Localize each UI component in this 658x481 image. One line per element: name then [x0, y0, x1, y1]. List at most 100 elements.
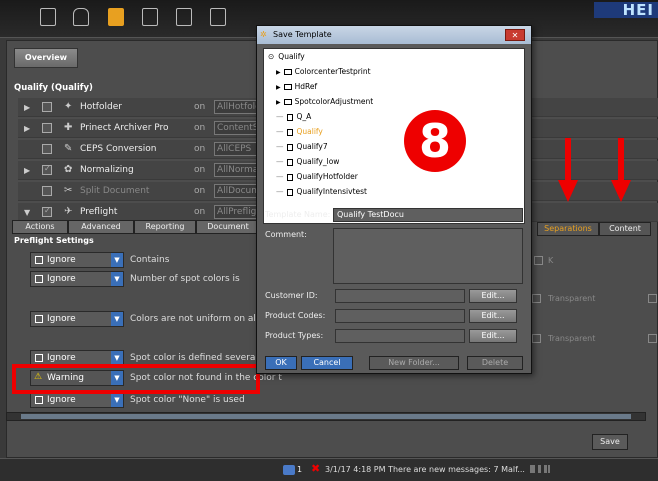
sequence-name: Split Document [80, 186, 150, 196]
expand-icon[interactable]: ▼ [24, 208, 30, 217]
save-button[interactable]: Save [592, 434, 628, 450]
transparent-checkbox-1[interactable] [532, 294, 541, 303]
expand-icon[interactable]: ▶ [24, 124, 30, 133]
template-name-input[interactable]: Qualify TestDocu [333, 208, 523, 222]
tab-advanced[interactable]: Advanced [68, 220, 134, 234]
root-folder-icon: ⊙ [268, 52, 275, 61]
action-dropdown[interactable]: Ignore ▼ [30, 252, 124, 268]
tab-content[interactable]: Content [599, 222, 651, 236]
tree-item[interactable]: ▶ SpotcolorAdjustment [276, 97, 373, 106]
jobs-icon[interactable] [73, 8, 89, 26]
dialog-app-icon: ✲ [260, 30, 267, 39]
action-dropdown[interactable]: Ignore ▼ [30, 311, 124, 327]
sequence-field[interactable]: AllPreflight [214, 205, 260, 219]
expand-icon[interactable]: ▶ [276, 69, 281, 76]
product-codes-field[interactable] [335, 309, 465, 323]
expand-icon[interactable]: ▶ [276, 99, 281, 106]
ignore-icon [35, 396, 43, 404]
tab-reporting[interactable]: Reporting [134, 220, 196, 234]
step-badge: 8 [404, 110, 466, 172]
delete-button[interactable]: Delete [467, 356, 523, 370]
product-types-field[interactable] [335, 329, 465, 343]
new-folder-button[interactable]: New Folder... [369, 356, 459, 370]
comment-textarea[interactable] [333, 228, 523, 284]
tree-item-label: SpotcolorAdjustment [294, 97, 374, 106]
ok-button[interactable]: OK [265, 356, 297, 370]
sequence-checkbox[interactable]: ✓ [42, 164, 52, 175]
tab-actions[interactable]: Actions [12, 220, 68, 234]
template-tree: ⊙ Qualify ▶ ColorcenterTestprint ▶ HdRef ▶ Spot… [263, 48, 525, 224]
sequence-icon: ✿ [64, 164, 73, 175]
transparent-checkbox-2[interactable] [532, 334, 541, 343]
message-count: 1 [297, 465, 303, 474]
action-dropdown[interactable]: Ignore ▼ [30, 271, 124, 287]
chevron-down-icon[interactable]: ▼ [111, 393, 123, 407]
expand-icon[interactable]: ▶ [276, 84, 281, 91]
action-dropdown[interactable]: Ignore ▼ [30, 392, 124, 408]
action-value: Ignore [47, 314, 76, 324]
tree-item[interactable]: — Qualify7 [276, 142, 328, 151]
sequence-field[interactable]: AllCEPS [214, 142, 260, 156]
report-icon[interactable] [176, 8, 192, 26]
config-icon[interactable] [142, 8, 158, 26]
tree-item[interactable]: — Qualify_low [276, 157, 339, 166]
horizontal-scrollbar[interactable] [6, 412, 646, 421]
tree-item-label: Qualify7 [296, 142, 328, 151]
chevron-down-icon[interactable]: ▼ [111, 351, 123, 365]
sequence-field[interactable]: AllHotfolder [214, 100, 260, 114]
right-edge-checkbox-2[interactable] [648, 334, 657, 343]
close-button[interactable]: ✕ [505, 29, 525, 41]
settings-tabs: Actions Advanced Reporting Document [12, 220, 260, 234]
expand-icon[interactable]: ▶ [24, 166, 30, 175]
template-file-icon [286, 173, 293, 181]
annotation-arrow-separations [565, 138, 571, 182]
cancel-button[interactable]: Cancel [301, 356, 353, 370]
overview-button[interactable]: Overview [14, 48, 78, 68]
chevron-down-icon[interactable]: ▼ [111, 253, 123, 267]
pages-icon[interactable] [210, 8, 226, 26]
tree-item[interactable]: — Q_A [276, 112, 311, 121]
workflow-icon[interactable] [108, 8, 124, 26]
tree-item-label: Qualify [278, 52, 305, 61]
annotation-arrowhead-content [611, 180, 631, 202]
tree-item[interactable]: — QualifyIntensivtest [276, 187, 367, 196]
k-checkbox[interactable] [534, 256, 543, 265]
tree-item[interactable]: ▶ HdRef [276, 82, 317, 91]
messages-icon[interactable] [283, 465, 295, 475]
expand-icon[interactable]: ▶ [24, 103, 30, 112]
sequence-checkbox[interactable] [42, 123, 52, 133]
tree-item[interactable]: ▶ ColorcenterTestprint [276, 67, 371, 76]
scroll-thumb[interactable] [21, 414, 631, 419]
tree-item[interactable]: — QualifyHotfolder [276, 172, 358, 181]
product-codes-label: Product Codes: [265, 311, 326, 320]
product-codes-edit-button[interactable]: Edit... [469, 309, 517, 323]
sequence-name: Hotfolder [80, 102, 122, 112]
chevron-down-icon[interactable]: ▼ [111, 312, 123, 326]
sequence-icon: ✎ [64, 143, 73, 154]
sequence-checkbox[interactable] [42, 144, 52, 154]
sequence-checkbox[interactable] [42, 102, 52, 112]
tree-item-label: Qualify_low [296, 157, 340, 166]
tree-item-label: QualifyIntensivtest [296, 187, 367, 196]
sequence-field[interactable]: AllNormal [214, 163, 260, 177]
customer-id-field[interactable] [335, 289, 465, 303]
sequence-checkbox[interactable]: ✓ [42, 206, 52, 217]
sequence-checkbox[interactable] [42, 186, 52, 196]
action-value: Ignore [47, 255, 76, 265]
status-bar: 1 ✖ 3/1/17 4:18 PM There are new message… [0, 458, 658, 481]
preflight-icon[interactable] [40, 8, 56, 26]
sequence-field[interactable]: ContentS [214, 121, 260, 135]
folder-icon [283, 69, 292, 75]
customer-id-edit-button[interactable]: Edit... [469, 289, 517, 303]
sequence-field[interactable]: AllDocum [214, 184, 260, 198]
product-types-edit-button[interactable]: Edit... [469, 329, 517, 343]
annotation-arrowhead-separations [558, 180, 578, 202]
tab-document[interactable]: Document [196, 220, 260, 234]
status-message[interactable]: 3/1/17 4:18 PM There are new messages: 7… [325, 465, 525, 474]
tree-item[interactable]: ⊙ Qualify [268, 52, 305, 61]
right-edge-checkbox-1[interactable] [648, 294, 657, 303]
chevron-down-icon[interactable]: ▼ [111, 272, 123, 286]
tab-separations[interactable]: Separations [537, 222, 599, 236]
dialog-title-bar: ✲ Save Template ✕ [257, 26, 531, 44]
tree-item[interactable]: — Qualify [276, 127, 323, 136]
